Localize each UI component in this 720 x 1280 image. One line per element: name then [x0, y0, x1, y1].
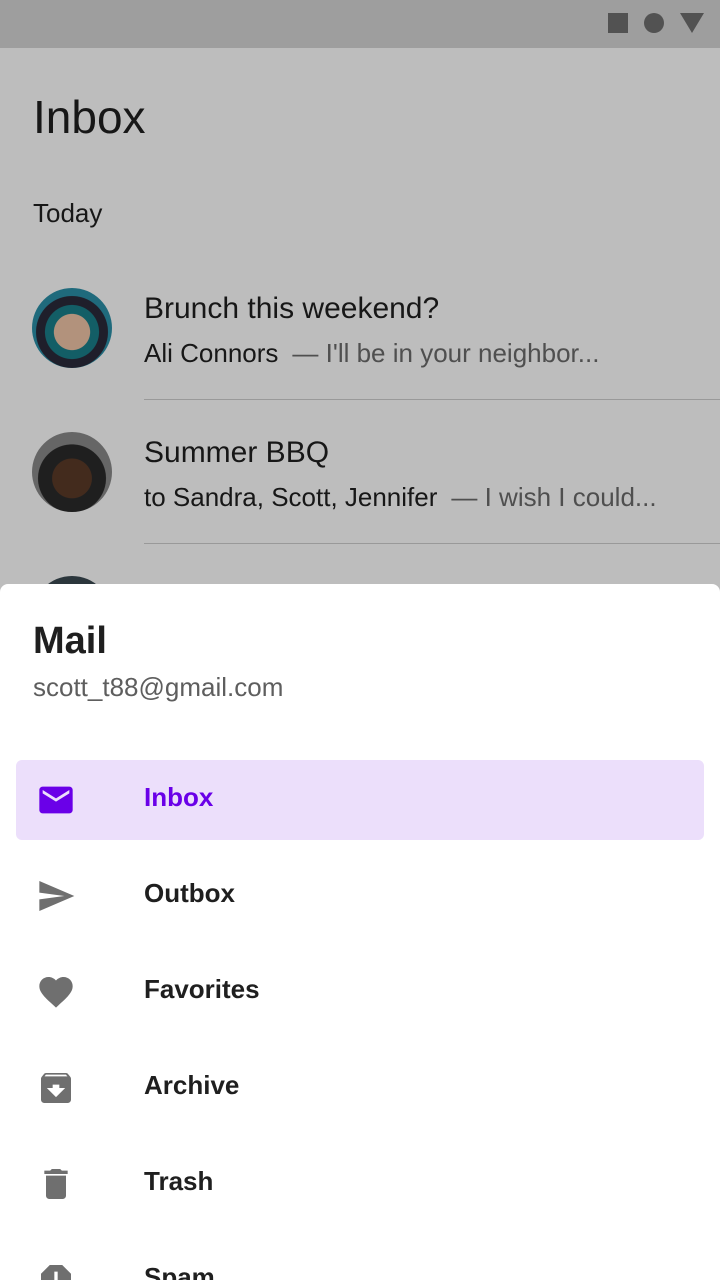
drawer-title: Mail: [33, 620, 107, 662]
drawer-item-label: Outbox: [144, 878, 235, 908]
drawer-item-label: Archive: [144, 1070, 240, 1100]
drawer-item-trash[interactable]: Trash: [16, 1144, 704, 1224]
drawer-item-archive[interactable]: Archive: [16, 1048, 704, 1128]
drawer-item-spam[interactable]: Spam: [16, 1240, 704, 1280]
mail-icon: [39, 786, 73, 814]
drawer-item-label: Spam: [144, 1262, 215, 1280]
send-icon: [39, 881, 75, 911]
navigation-drawer: Mail scott_t88@gmail.com Inbox Outbox Fa…: [0, 584, 720, 1280]
drawer-item-inbox[interactable]: Inbox: [16, 760, 704, 840]
account-email: scott_t88@gmail.com: [33, 672, 284, 702]
drawer-item-label: Inbox: [144, 782, 214, 812]
drawer-item-favorites[interactable]: Favorites: [16, 952, 704, 1032]
archive-icon: [41, 1073, 71, 1103]
drawer-item-label: Trash: [144, 1166, 214, 1196]
drawer-item-outbox[interactable]: Outbox: [16, 856, 704, 936]
drawer-item-label: Favorites: [144, 974, 260, 1004]
heart-icon: [39, 977, 73, 1008]
spam-icon: [41, 1265, 71, 1280]
trash-icon: [44, 1169, 68, 1199]
